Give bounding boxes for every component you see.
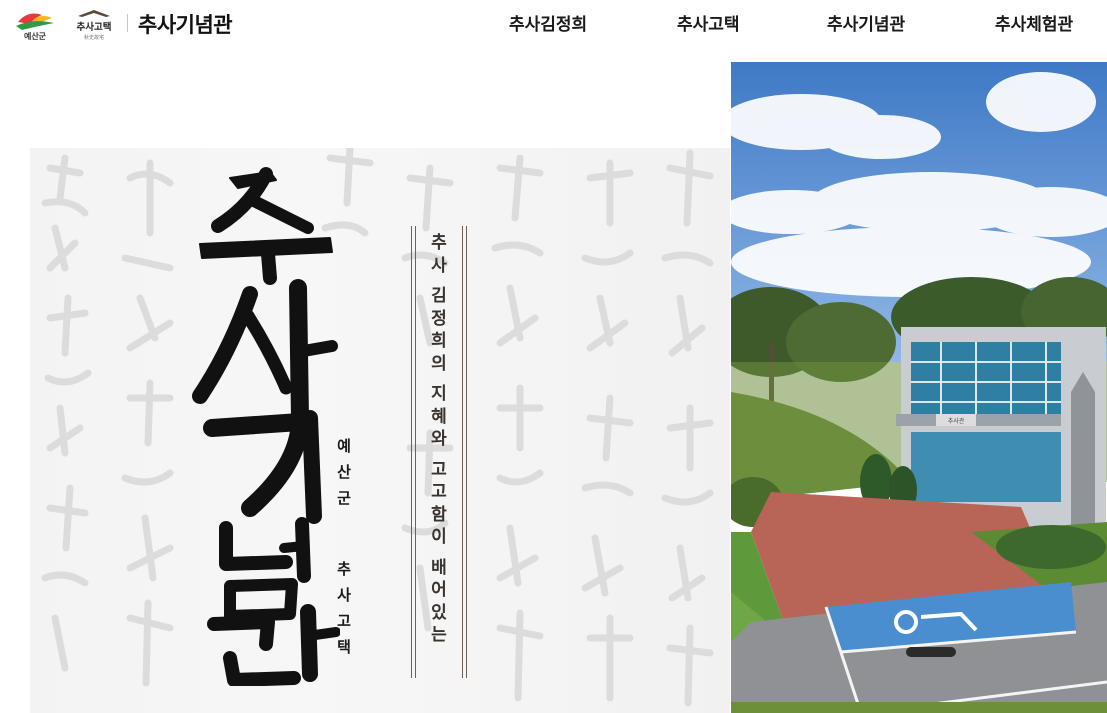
hero-tagline: 추 사 김 정 희 의 지 혜 와 고 고 함 이 배 어 있 는 — [425, 232, 453, 647]
subtitle-char: 산 — [337, 463, 351, 481]
tagline-char: 의 — [431, 353, 447, 374]
site-header: 예산군 추사고택 秋史故宅 추사기념관 추사김정희 추사고택 추사기념관 추사체… — [0, 0, 1107, 48]
tagline-space — [425, 375, 453, 383]
tagline-char: 는 — [431, 625, 447, 645]
tagline-char: 이 — [431, 527, 447, 547]
tagline-space — [425, 451, 453, 459]
subtitle-char: 고 — [337, 612, 351, 630]
memorial-hall-photo: 추사관 — [731, 62, 1107, 713]
tagline-rule-right — [466, 226, 467, 678]
tagline-char: 함 — [431, 504, 447, 525]
tagline-rule-right-inner — [462, 226, 463, 678]
tagline-rule-left-inner — [415, 226, 416, 678]
nav-item-chusa-memorial[interactable]: 추사기념관 — [827, 10, 905, 35]
building-sign-text: 추사관 — [948, 417, 965, 425]
subtitle-char: 군 — [337, 489, 351, 507]
tagline-char: 있 — [431, 602, 447, 623]
tagline-char: 고 — [431, 459, 447, 480]
calligraphy-pattern-icon — [41, 148, 714, 707]
subtitle-char: 택 — [337, 638, 351, 656]
nav-item-chusa-experience[interactable]: 추사체험관 — [995, 10, 1073, 35]
tagline-space — [425, 277, 453, 285]
tagline-char: 고 — [431, 482, 447, 502]
subtitle-yesan-county: 예 산 군 — [334, 433, 354, 511]
tagline-char: 배 — [431, 557, 447, 578]
brush-title-artwork — [192, 167, 341, 687]
tagline-box: 추 사 김 정 희 의 지 혜 와 고 고 함 이 배 어 있 는 — [411, 226, 467, 678]
tagline-char: 와 — [431, 429, 447, 449]
tagline-char: 김 — [431, 286, 447, 306]
subtitle-chusa-gotaek: 추 사 고 택 — [334, 556, 354, 660]
tagline-char: 사 — [431, 255, 447, 276]
subtitle-char: 사 — [337, 586, 351, 604]
tagline-char: 혜 — [431, 406, 447, 427]
hero-section: 예 산 군 추 사 고 택 추 사 김 정 희 의 지 혜 와 고 고 함 이 … — [0, 48, 731, 713]
subtitle-char: 예 — [337, 437, 351, 455]
tagline-char: 희 — [431, 331, 447, 351]
main-nav: 추사김정희 추사고택 추사기념관 추사체험관 — [0, 10, 1107, 38]
hero-brush-title — [190, 166, 341, 687]
tagline-char: 지 — [431, 384, 447, 404]
nav-item-chusa-gotaek[interactable]: 추사고택 — [677, 10, 740, 35]
subtitle-char: 추 — [337, 560, 351, 578]
nav-item-chusa-kimjeonghui[interactable]: 추사김정희 — [509, 10, 587, 35]
tagline-char: 어 — [431, 580, 447, 600]
tagline-space — [425, 549, 453, 557]
tagline-char: 추 — [431, 233, 447, 253]
tagline-rule-left — [411, 226, 412, 678]
tagline-char: 정 — [431, 308, 447, 329]
memorial-hall-photo-image: 추사관 — [731, 62, 1107, 713]
